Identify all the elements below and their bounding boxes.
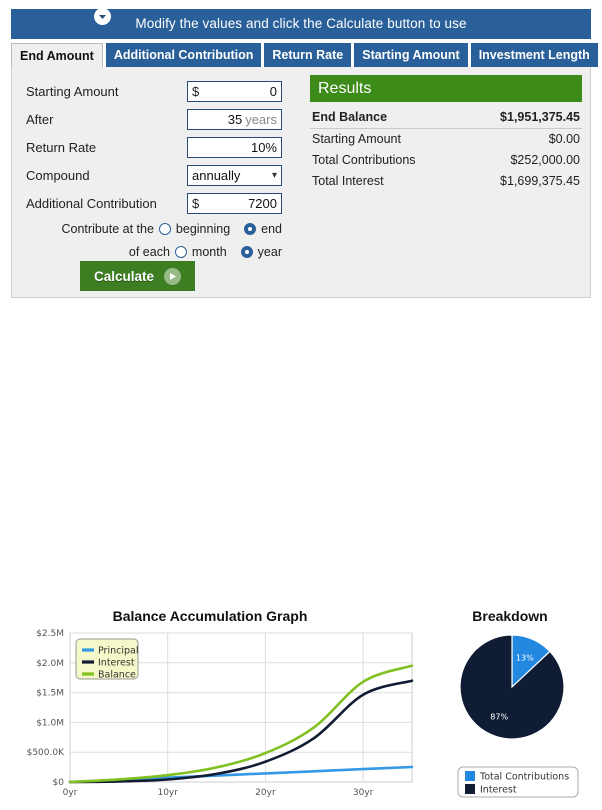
after-years-input[interactable]: 35 years: [187, 109, 282, 130]
tab-label: Starting Amount: [362, 48, 459, 62]
charts-section: Balance Accumulation Graph Breakdown $0$…: [0, 300, 602, 525]
contribute-timing-label: Contribute at the: [62, 222, 154, 236]
compound-select[interactable]: annually ▾: [187, 165, 282, 186]
compound-value: annually: [192, 168, 268, 183]
years-suffix: years: [245, 112, 277, 127]
chevron-down-circle-icon[interactable]: [94, 8, 111, 25]
contribute-period-label: of each: [129, 245, 170, 259]
result-label: End Balance: [312, 110, 387, 124]
field-row-return-rate: Return Rate 10%: [26, 136, 282, 158]
contribute-period-row: of each month year: [26, 242, 282, 262]
svg-text:Interest: Interest: [98, 658, 135, 669]
radio-year-icon: [241, 246, 253, 258]
return-rate-input[interactable]: 10%: [187, 137, 282, 158]
balance-chart-title: Balance Accumulation Graph: [40, 608, 380, 624]
radio-option-end[interactable]: end: [244, 222, 282, 236]
svg-text:$1.5M: $1.5M: [36, 689, 64, 699]
result-row-total-contributions: Total Contributions $252,000.00: [310, 150, 582, 171]
result-row-starting-amount: Starting Amount $0.00: [310, 129, 582, 150]
starting-amount-input[interactable]: $ 0: [187, 81, 282, 102]
label-after: After: [26, 112, 187, 127]
results-panel: Results End Balance $1,951,375.45 Starti…: [310, 75, 582, 192]
tab-end-amount[interactable]: End Amount: [11, 43, 103, 67]
svg-text:Total Contributions: Total Contributions: [479, 772, 569, 783]
tab-investment-length[interactable]: Investment Length: [471, 43, 598, 67]
svg-text:$1.0M: $1.0M: [36, 718, 64, 728]
tab-label: Return Rate: [272, 48, 343, 62]
field-row-compound: Compound annually ▾: [26, 164, 282, 186]
tab-bar: End Amount Additional Contribution Retur…: [11, 43, 591, 67]
starting-amount-value: 0: [199, 84, 277, 99]
result-row-end-balance: End Balance $1,951,375.45: [310, 106, 582, 129]
radio-beginning-label: beginning: [176, 222, 230, 236]
label-additional-contribution: Additional Contribution: [26, 196, 187, 211]
svg-text:$500.0K: $500.0K: [27, 748, 65, 758]
tab-additional-contribution[interactable]: Additional Contribution: [106, 43, 262, 67]
svg-text:$2.0M: $2.0M: [36, 659, 64, 669]
calculate-button-label: Calculate: [94, 269, 154, 284]
result-value: $0.00: [549, 132, 580, 146]
banner-text: Modify the values and click the Calculat…: [135, 17, 466, 31]
svg-text:Principal: Principal: [98, 646, 138, 657]
svg-text:$2.5M: $2.5M: [36, 629, 64, 639]
breakdown-pie-chart: 13% 87% Total Contributions Interest: [430, 625, 595, 810]
field-row-starting-amount: Starting Amount $ 0: [26, 80, 282, 102]
radio-option-year[interactable]: year: [241, 245, 282, 259]
field-row-after: After 35 years: [26, 108, 282, 130]
svg-text:13%: 13%: [516, 653, 534, 662]
result-label: Total Contributions: [312, 153, 416, 167]
svg-text:0yr: 0yr: [63, 788, 78, 798]
svg-text:87%: 87%: [490, 713, 508, 722]
result-value: $1,951,375.45: [500, 110, 580, 124]
tab-return-rate[interactable]: Return Rate: [264, 43, 351, 67]
field-row-additional-contribution: Additional Contribution $ 7200: [26, 192, 282, 214]
additional-contribution-input[interactable]: $ 7200: [187, 193, 282, 214]
radio-end-label: end: [261, 222, 282, 236]
currency-prefix: $: [192, 196, 199, 211]
radio-end-icon: [244, 223, 256, 235]
svg-text:Balance: Balance: [98, 670, 136, 681]
additional-contribution-value: 7200: [199, 196, 277, 211]
svg-text:10yr: 10yr: [157, 788, 178, 798]
label-compound: Compound: [26, 168, 187, 183]
after-years-value: 35: [192, 112, 242, 127]
tab-starting-amount[interactable]: Starting Amount: [354, 43, 467, 67]
radio-option-month[interactable]: month: [175, 245, 227, 259]
radio-month-label: month: [192, 245, 227, 259]
results-heading: Results: [310, 75, 582, 102]
contribute-timing-row: Contribute at the beginning end: [26, 219, 282, 239]
result-row-total-interest: Total Interest $1,699,375.45: [310, 171, 582, 192]
svg-text:30yr: 30yr: [353, 788, 374, 798]
tab-label: Additional Contribution: [114, 48, 254, 62]
currency-prefix: $: [192, 84, 199, 99]
radio-option-beginning[interactable]: beginning: [159, 222, 230, 236]
svg-text:Interest: Interest: [480, 785, 517, 796]
return-rate-value: 10%: [192, 140, 277, 155]
play-arrow-icon: [164, 268, 181, 285]
breakdown-chart-title: Breakdown: [440, 608, 580, 624]
svg-text:$0: $0: [53, 778, 65, 788]
calculate-button[interactable]: Calculate: [80, 261, 195, 291]
result-value: $1,699,375.45: [500, 174, 580, 188]
result-value: $252,000.00: [510, 153, 580, 167]
balance-accumulation-chart: $0 $500.0K $1.0M $1.5M $2.0M $2.5M 0yr 10yr 20yr…: [8, 625, 418, 810]
label-return-rate: Return Rate: [26, 140, 187, 155]
tab-label: Investment Length: [479, 48, 590, 62]
result-label: Starting Amount: [312, 132, 401, 146]
radio-month-icon: [175, 246, 187, 258]
label-starting-amount: Starting Amount: [26, 84, 187, 99]
result-label: Total Interest: [312, 174, 384, 188]
tab-label: End Amount: [20, 49, 94, 63]
results-heading-text: Results: [318, 80, 371, 98]
chevron-down-icon: ▾: [272, 170, 277, 181]
radio-year-label: year: [258, 245, 282, 259]
svg-text:20yr: 20yr: [255, 788, 276, 798]
radio-beginning-icon: [159, 223, 171, 235]
